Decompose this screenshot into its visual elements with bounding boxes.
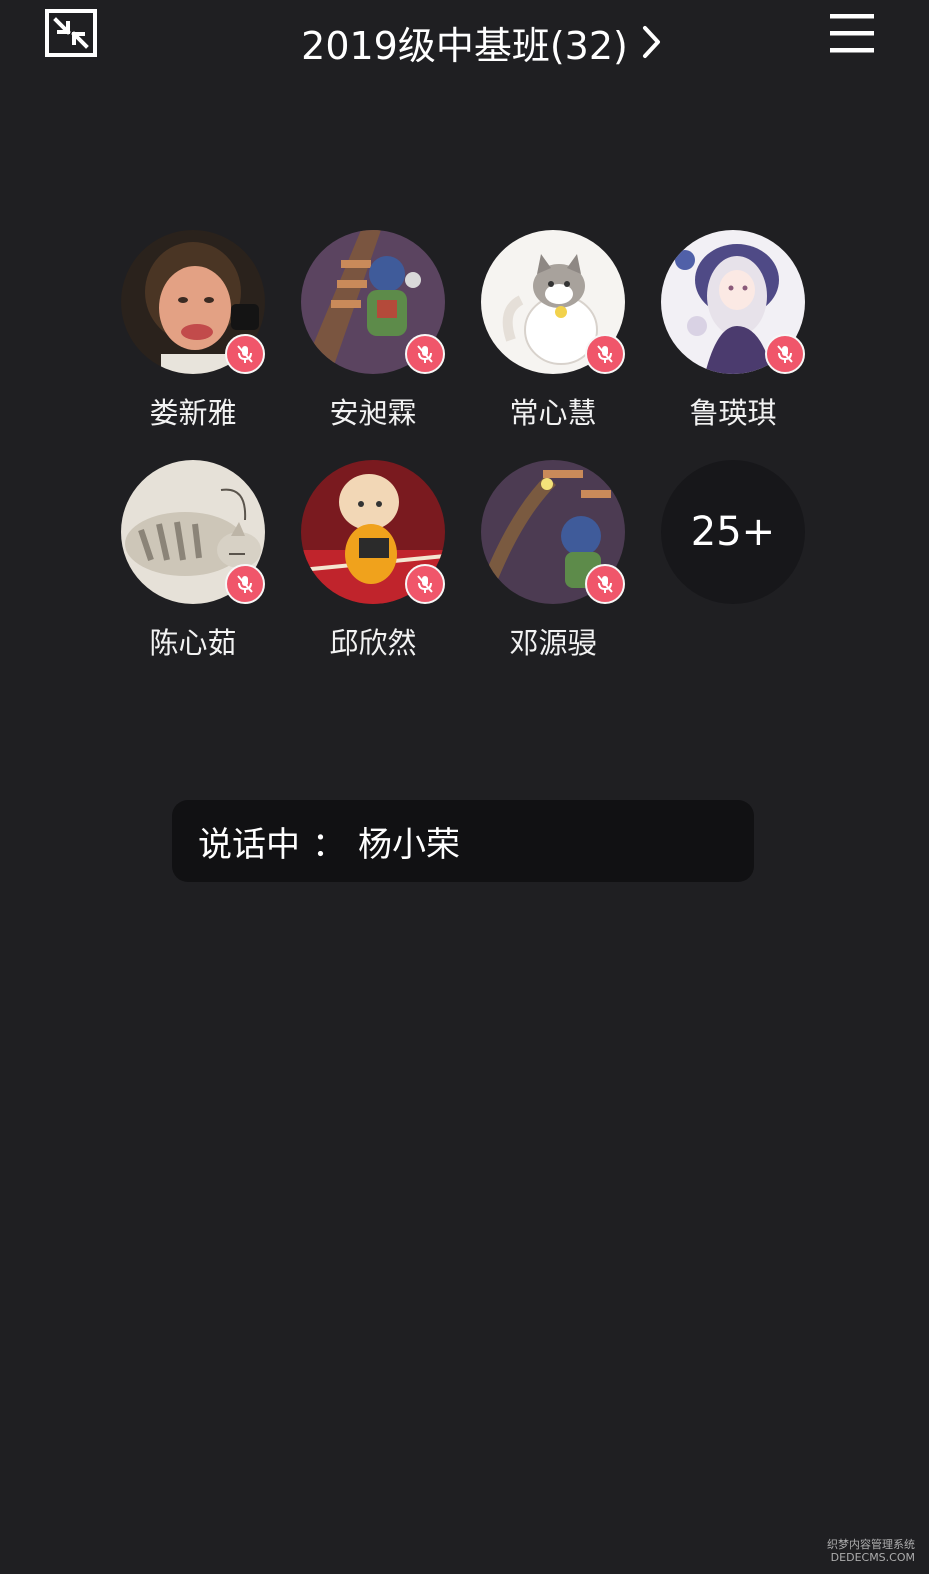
group-title-button[interactable]: 2019级中基班(32) [0,14,929,70]
participant-tile[interactable]: 常心慧 [461,230,641,440]
participant-tile[interactable]: 娄新雅 [101,230,281,440]
muted-mic-icon [765,334,805,374]
participant-name: 陈心茹 [149,626,237,660]
muted-mic-icon [585,564,625,604]
group-title: 2019级中基班(32) [301,23,628,68]
participant-name: 邱欣然 [329,626,417,660]
muted-mic-icon [405,334,445,374]
muted-mic-icon [225,564,265,604]
watermark: 织梦内容管理系统 DEDECMS.COM [815,1538,915,1564]
voice-call-screen: 2019级中基班(32) 娄新雅 安昶霖 常心慧 鲁瑛琪 陈心茹 邱欣然 邓源骎… [0,0,929,1574]
speaking-name: 杨小荣 [358,824,460,865]
speaking-indicator: 说话中 ： 杨小荣 [172,800,754,882]
more-participants-count: 25+ [661,460,805,604]
participant-name: 常心慧 [509,396,597,430]
speaking-colon: ： [312,824,346,865]
participant-tile[interactable]: 鲁瑛琪 [641,230,821,440]
chevron-right-icon [642,26,660,58]
muted-mic-icon [585,334,625,374]
speaking-label: 说话中 [198,824,300,865]
muted-mic-icon [405,564,445,604]
hamburger-menu-icon[interactable] [826,10,878,58]
participant-name: 邓源骎 [509,626,597,660]
participant-name: 娄新雅 [149,396,237,430]
watermark-line2: DEDECMS.COM [830,1551,915,1564]
participant-tile[interactable]: 安昶霖 [281,230,461,440]
more-participants-button[interactable]: 25+ [641,460,821,670]
participant-name: 安昶霖 [329,396,417,430]
participant-tile[interactable]: 邓源骎 [461,460,641,670]
muted-mic-icon [225,334,265,374]
participant-name: 鲁瑛琪 [689,396,777,430]
participant-tile[interactable]: 邱欣然 [281,460,461,670]
participant-tile[interactable]: 陈心茹 [101,460,281,670]
watermark-line1: 织梦内容管理系统 [827,1538,915,1551]
